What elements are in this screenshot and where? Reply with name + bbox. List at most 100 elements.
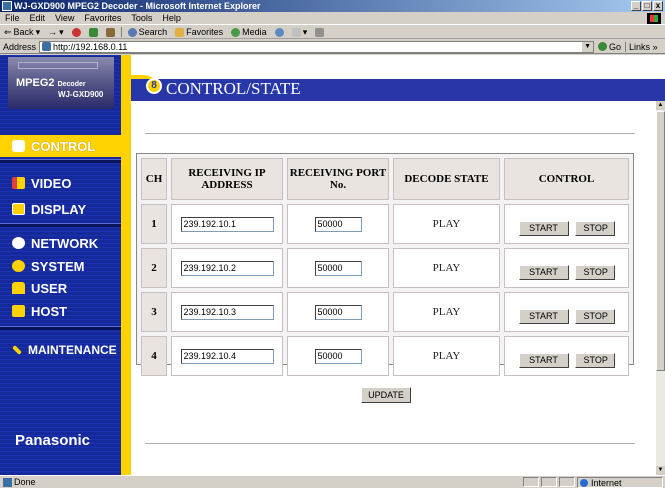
status-panel	[559, 477, 575, 487]
sidebar-item-label: CONTROL	[31, 138, 96, 154]
logo-number: WJ-GXD900	[58, 90, 104, 99]
sidebar-item-maintenance[interactable]: MAINTENANCE	[0, 339, 121, 361]
status-bar: Done Internet	[0, 475, 665, 488]
divider-top	[145, 133, 635, 134]
stop-load-icon	[71, 27, 81, 37]
status-text: Done	[14, 477, 36, 487]
history-icon	[274, 27, 284, 37]
port-input[interactable]	[314, 304, 362, 320]
sidebar-item-host[interactable]: HOST	[0, 300, 121, 322]
display-icon	[12, 203, 25, 215]
ip-address-input[interactable]	[180, 260, 274, 276]
ip-cell	[171, 204, 283, 244]
sidebar: MPEG2 Decoder WJ-GXD900 CONTROL VIDEO DI…	[0, 55, 121, 475]
back-button[interactable]: ⇐ Back ▾	[0, 27, 44, 38]
menu-favorites[interactable]: Favorites	[79, 13, 126, 23]
ip-address-input[interactable]	[180, 216, 274, 232]
toolbar-divider	[120, 27, 122, 37]
forward-button[interactable]: → ▾	[44, 27, 68, 38]
decode-state: PLAY	[393, 248, 500, 288]
forward-arrow-icon: →	[48, 27, 58, 37]
stop-button[interactable]: STOP	[574, 352, 615, 368]
menu-help[interactable]: Help	[157, 13, 186, 23]
page-content: MPEG2 Decoder WJ-GXD900 CONTROL VIDEO DI…	[0, 55, 665, 475]
mail-button[interactable]: ▾	[288, 27, 312, 38]
ip-address-input[interactable]	[180, 348, 274, 364]
zone-label: Internet	[591, 477, 622, 488]
address-input[interactable]: http://192.168.0.11 ▼	[39, 40, 595, 53]
sidebar-item-system[interactable]: SYSTEM	[0, 255, 121, 277]
control-cell: START STOP	[504, 336, 629, 376]
address-dropdown-icon[interactable]: ▼	[582, 41, 594, 52]
sidebar-item-label: USER	[31, 280, 68, 296]
decode-state: PLAY	[393, 336, 500, 376]
start-button[interactable]: START	[518, 264, 569, 280]
toolbar: ⇐ Back ▾ → ▾ Search Favorites Media ▾	[0, 26, 665, 39]
menu-tools[interactable]: Tools	[126, 13, 157, 23]
update-button[interactable]: UPDATE	[361, 387, 411, 403]
address-url: http://192.168.0.11	[53, 41, 128, 52]
mail-icon	[291, 27, 301, 37]
control-page-icon: 8	[146, 78, 162, 94]
home-button[interactable]	[102, 27, 119, 37]
table-row: 4 PLAY START STOP	[141, 336, 629, 376]
stop-button[interactable]: STOP	[574, 220, 615, 236]
print-button[interactable]	[311, 27, 328, 37]
minimize-button[interactable]: _	[631, 1, 641, 11]
status-panel	[541, 477, 557, 487]
ip-address-input[interactable]	[180, 304, 274, 320]
menu-view[interactable]: View	[50, 13, 79, 23]
channel-number: 2	[141, 248, 167, 288]
ip-cell	[171, 292, 283, 332]
menu-file[interactable]: File	[0, 13, 25, 23]
sidebar-item-network[interactable]: NETWORK	[0, 232, 121, 254]
stop-load-button[interactable]	[68, 27, 85, 37]
links-button[interactable]: Links »	[625, 41, 661, 52]
refresh-button[interactable]	[85, 27, 102, 37]
scroll-down-icon[interactable]: ▼	[656, 466, 665, 475]
decode-state: PLAY	[393, 292, 500, 332]
start-button[interactable]: START	[518, 220, 569, 236]
channel-number: 1	[141, 204, 167, 244]
media-button[interactable]: Media	[227, 27, 271, 37]
header-ch: CH	[141, 158, 167, 200]
port-input[interactable]	[314, 260, 362, 276]
start-button[interactable]: START	[518, 352, 569, 368]
sidebar-item-user[interactable]: USER	[0, 277, 121, 299]
scroll-thumb[interactable]	[656, 111, 665, 371]
close-button[interactable]: x	[653, 1, 663, 11]
port-input[interactable]	[314, 216, 362, 232]
go-button[interactable]: Go	[594, 42, 625, 52]
sidebar-item-label: MAINTENANCE	[28, 343, 117, 357]
scroll-up-icon[interactable]: ▲	[656, 101, 665, 110]
stop-button[interactable]: STOP	[574, 264, 615, 280]
menu-edit[interactable]: Edit	[25, 13, 51, 23]
table-row: 3 PLAY START STOP	[141, 292, 629, 332]
control-cell: START STOP	[504, 292, 629, 332]
nav-divider	[0, 159, 121, 163]
stop-button[interactable]: STOP	[574, 308, 615, 324]
port-cell	[287, 336, 389, 376]
control-cell: START STOP	[504, 204, 629, 244]
maximize-button[interactable]: □	[642, 1, 652, 11]
channel-number: 3	[141, 292, 167, 332]
sidebar-item-control[interactable]: CONTROL	[0, 135, 121, 157]
search-button[interactable]: Search	[124, 27, 172, 37]
ip-cell	[171, 336, 283, 376]
start-button[interactable]: START	[518, 308, 569, 324]
security-zone: Internet	[577, 477, 663, 488]
favorites-button[interactable]: Favorites	[171, 27, 227, 37]
search-icon	[127, 27, 137, 37]
port-cell	[287, 292, 389, 332]
port-input[interactable]	[314, 348, 362, 364]
logo-device-outline	[18, 62, 98, 69]
history-button[interactable]	[271, 27, 288, 37]
sidebar-item-label: HOST	[31, 303, 68, 319]
port-cell	[287, 248, 389, 288]
status-panels	[523, 477, 575, 487]
user-icon	[12, 282, 25, 294]
sidebar-item-display[interactable]: DISPLAY	[0, 198, 121, 220]
address-label: Address	[3, 41, 37, 52]
vertical-scrollbar[interactable]: ▲ ▼	[656, 101, 665, 475]
sidebar-item-video[interactable]: VIDEO	[0, 172, 121, 194]
